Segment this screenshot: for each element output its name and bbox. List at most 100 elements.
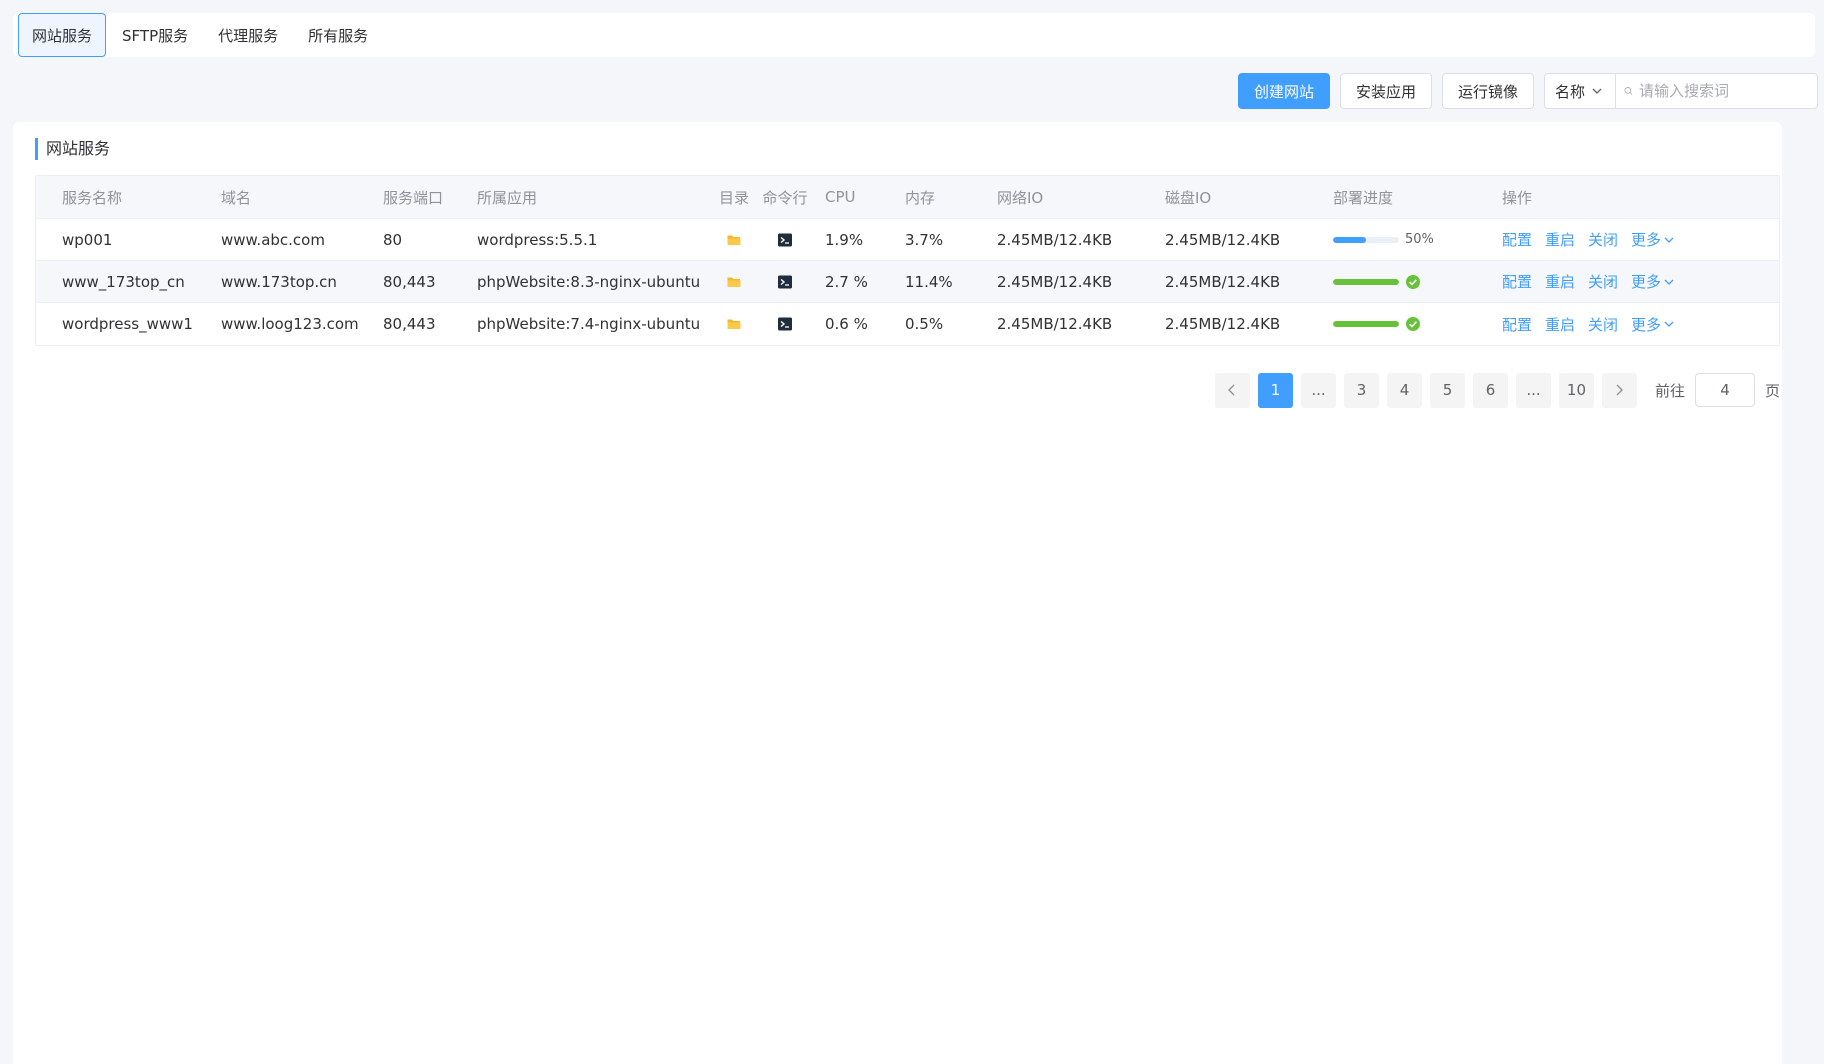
progress-fill bbox=[1333, 321, 1399, 327]
progress-fill bbox=[1333, 236, 1366, 243]
header-port: 服务端口 bbox=[383, 188, 444, 207]
terminal-icon[interactable] bbox=[757, 232, 813, 248]
cell-mem: 11.4% bbox=[905, 272, 953, 291]
search-box bbox=[1615, 73, 1818, 109]
table-row: www_173top_cn www.173top.cn 80,443 phpWe… bbox=[36, 261, 1779, 303]
cell-ops: 配置 重启 关闭 更多 bbox=[1502, 271, 1779, 292]
pagination: 1 ... 3 4 5 6 ... 10 前往 页 bbox=[1214, 372, 1782, 408]
folder-icon[interactable] bbox=[711, 274, 757, 290]
more-dropdown[interactable]: 更多 bbox=[1631, 229, 1675, 250]
deploy-progress bbox=[1333, 316, 1421, 332]
cell-progress bbox=[1333, 274, 1502, 290]
cell-progress: 50% bbox=[1333, 232, 1502, 247]
cell-port: 80,443 bbox=[383, 272, 436, 291]
page-4[interactable]: 4 bbox=[1386, 372, 1422, 408]
progress-fill bbox=[1333, 278, 1399, 285]
progress-bar bbox=[1333, 321, 1399, 327]
search-field-select[interactable]: 名称 bbox=[1544, 73, 1615, 109]
restart-link[interactable]: 重启 bbox=[1545, 271, 1575, 292]
more-label: 更多 bbox=[1631, 273, 1662, 291]
table-row: wordpress_www1 www.loog123.com 80,443 ph… bbox=[36, 303, 1779, 345]
search-group: 名称 bbox=[1544, 73, 1818, 109]
prev-page-button[interactable] bbox=[1214, 372, 1250, 408]
more-label: 更多 bbox=[1631, 231, 1662, 249]
cell-domain: www.173top.cn bbox=[221, 272, 337, 291]
chevron-down-icon bbox=[1664, 237, 1674, 243]
more-dropdown[interactable]: 更多 bbox=[1631, 271, 1675, 292]
cell-net-io: 2.45MB/12.4KB bbox=[997, 230, 1113, 249]
goto-prefix: 前往 bbox=[1654, 381, 1685, 400]
header-net-io: 网络IO bbox=[997, 188, 1044, 207]
cell-domain: www.loog123.com bbox=[221, 315, 359, 333]
header-progress: 部署进度 bbox=[1333, 188, 1394, 207]
check-circle-icon bbox=[1406, 317, 1420, 331]
cell-disk-io: 2.45MB/12.4KB bbox=[1165, 230, 1281, 249]
search-input[interactable] bbox=[1639, 82, 1809, 100]
tab-all-services[interactable]: 所有服务 bbox=[294, 13, 382, 57]
page-ellipsis[interactable]: ... bbox=[1515, 372, 1551, 408]
chevron-left-icon bbox=[1228, 384, 1235, 396]
chevron-down-icon bbox=[1664, 321, 1674, 327]
check-circle-icon bbox=[1406, 274, 1420, 289]
table-header: 服务名称 域名 服务端口 所属应用 目录 命令行 CPU 内存 网络IO 磁盘I… bbox=[36, 176, 1779, 219]
cell-mem: 3.7% bbox=[905, 230, 944, 249]
goto-page-input[interactable] bbox=[1694, 373, 1755, 407]
cell-name: wordpress_www1 bbox=[62, 315, 193, 333]
terminal-icon[interactable] bbox=[757, 316, 813, 332]
cell-ops: 配置 重启 关闭 更多 bbox=[1502, 314, 1779, 335]
service-table: 服务名称 域名 服务端口 所属应用 目录 命令行 CPU 内存 网络IO 磁盘I… bbox=[35, 175, 1780, 346]
config-link[interactable]: 配置 bbox=[1502, 314, 1532, 335]
table-row: wp001 www.abc.com 80 wordpress:5.5.1 1.9… bbox=[36, 219, 1779, 261]
config-link[interactable]: 配置 bbox=[1502, 271, 1532, 292]
header-domain: 域名 bbox=[221, 188, 252, 207]
more-label: 更多 bbox=[1631, 315, 1662, 334]
cell-port: 80,443 bbox=[383, 315, 436, 333]
deploy-progress: 50% bbox=[1333, 232, 1434, 247]
cell-net-io: 2.45MB/12.4KB bbox=[997, 315, 1113, 333]
cell-name: www_173top_cn bbox=[62, 272, 185, 291]
chevron-down-icon bbox=[1664, 279, 1674, 285]
page-6[interactable]: 6 bbox=[1472, 372, 1508, 408]
more-dropdown[interactable]: 更多 bbox=[1631, 314, 1675, 335]
tab-proxy-service[interactable]: 代理服务 bbox=[204, 13, 292, 57]
search-icon bbox=[1624, 87, 1633, 95]
cell-ops: 配置 重启 关闭 更多 bbox=[1502, 229, 1779, 250]
cell-app: wordpress:5.5.1 bbox=[477, 230, 598, 249]
cell-domain: www.abc.com bbox=[221, 230, 325, 249]
page-5[interactable]: 5 bbox=[1429, 372, 1465, 408]
progress-bar bbox=[1333, 236, 1399, 243]
page-1[interactable]: 1 bbox=[1257, 372, 1293, 408]
close-link[interactable]: 关闭 bbox=[1588, 314, 1618, 335]
header-mem: 内存 bbox=[905, 188, 936, 207]
goto-page: 前往 页 bbox=[1655, 373, 1780, 407]
restart-link[interactable]: 重启 bbox=[1545, 229, 1575, 250]
config-link[interactable]: 配置 bbox=[1502, 229, 1532, 250]
cell-app: phpWebsite:8.3-nginx-ubuntu bbox=[477, 272, 701, 291]
close-link[interactable]: 关闭 bbox=[1588, 229, 1618, 250]
chevron-right-icon bbox=[1616, 384, 1624, 396]
create-website-button[interactable]: 创建网站 bbox=[1237, 73, 1330, 109]
header-disk-io: 磁盘IO bbox=[1165, 188, 1212, 207]
cell-disk-io: 2.45MB/12.4KB bbox=[1165, 315, 1281, 333]
cell-progress bbox=[1333, 316, 1502, 332]
install-app-button[interactable]: 安装应用 bbox=[1339, 73, 1432, 109]
folder-icon[interactable] bbox=[711, 232, 757, 248]
goto-suffix: 页 bbox=[1764, 381, 1780, 400]
close-link[interactable]: 关闭 bbox=[1588, 271, 1618, 292]
tab-sftp-service[interactable]: SFTP服务 bbox=[108, 13, 202, 57]
next-page-button[interactable] bbox=[1601, 372, 1637, 408]
page-3[interactable]: 3 bbox=[1343, 372, 1379, 408]
cell-app: phpWebsite:7.4-nginx-ubuntu bbox=[477, 315, 701, 333]
page-10[interactable]: 10 bbox=[1558, 372, 1594, 408]
page-ellipsis[interactable]: ... bbox=[1300, 372, 1336, 408]
cell-cpu: 0.6 % bbox=[825, 315, 868, 333]
terminal-icon[interactable] bbox=[757, 274, 813, 290]
service-tabs: 网站服务 SFTP服务 代理服务 所有服务 bbox=[13, 13, 1815, 57]
folder-icon[interactable] bbox=[711, 316, 757, 332]
header-app: 所属应用 bbox=[477, 188, 538, 207]
restart-link[interactable]: 重启 bbox=[1545, 314, 1575, 335]
header-ops: 操作 bbox=[1502, 188, 1533, 207]
run-image-button[interactable]: 运行镜像 bbox=[1441, 73, 1534, 109]
header-name: 服务名称 bbox=[62, 188, 123, 207]
tab-website-service[interactable]: 网站服务 bbox=[18, 13, 107, 57]
